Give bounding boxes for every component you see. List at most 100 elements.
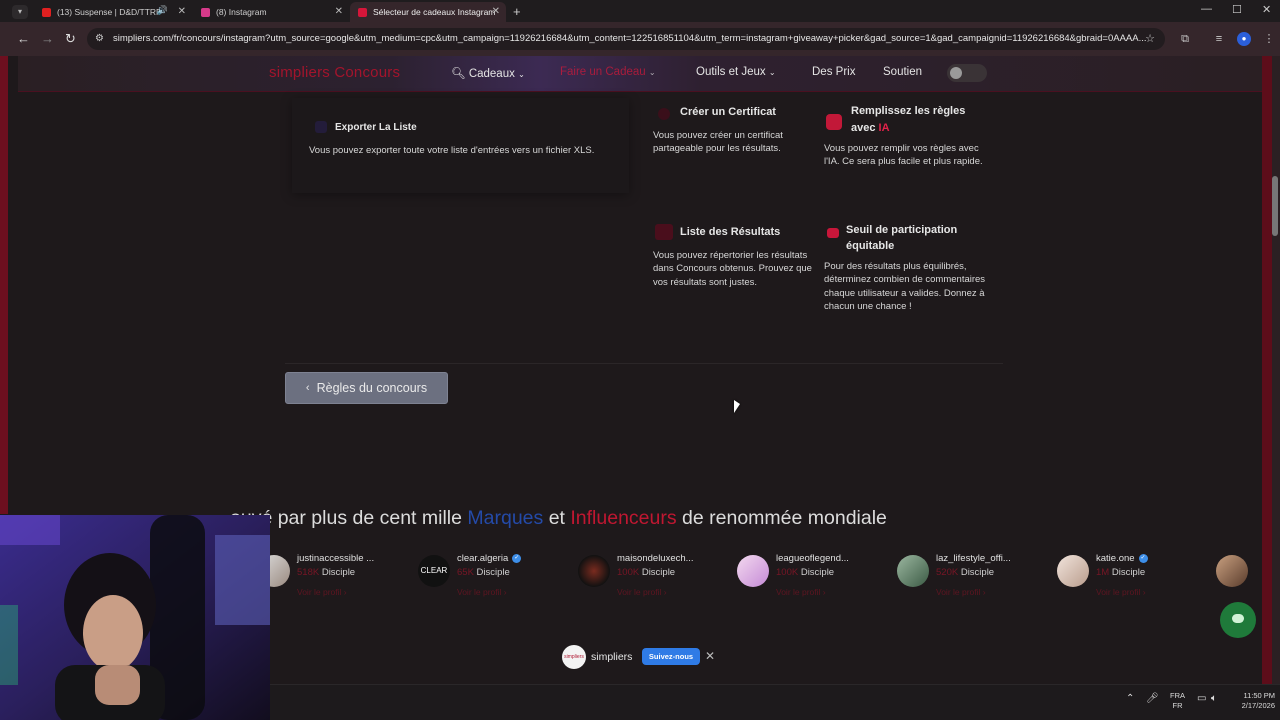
influencer-card[interactable]: laz_lifestyle_offi... 520K Disciple Voir…	[897, 553, 1047, 603]
count-label: Disciple	[1111, 567, 1146, 578]
avatar: CLEAR	[418, 555, 450, 587]
right-accent-border	[1262, 56, 1280, 684]
influencer-card[interactable]: leagueoflegend... 100K Disciple Voir le …	[737, 553, 887, 603]
tray-overflow-icon[interactable]: ⌃	[1126, 693, 1134, 704]
follower-count: 1M Disciple	[1096, 567, 1145, 578]
view-profile-link[interactable]: Voir le profil ›	[297, 587, 347, 597]
export-list-card: Exporter La Liste Vous pouvez exporter t…	[292, 98, 629, 193]
link-label: Voir le profil	[617, 587, 662, 597]
avatar	[897, 555, 929, 587]
influencer-name: laz_lifestyle_offi...	[936, 553, 1011, 564]
nav-faire-un-cadeau[interactable]: Faire un Cadeau ⌄	[560, 66, 656, 78]
logo-text: simpliers	[269, 64, 330, 81]
volume-icon[interactable]: 🔈︎	[1211, 693, 1217, 704]
count-label: Disciple	[641, 567, 676, 578]
count-number: 100K	[617, 567, 640, 578]
window-close-icon[interactable]: ✕	[1262, 3, 1271, 16]
search-icon: 🔍︎	[451, 68, 466, 80]
count-label: Disciple	[321, 567, 356, 578]
menu-kebab-icon[interactable]: ⋮	[1262, 32, 1276, 46]
view-profile-link[interactable]: Voir le profil ›	[457, 587, 507, 597]
speaker-icon[interactable]: 🔊	[157, 5, 168, 16]
media-icon[interactable]: ≡	[1212, 32, 1226, 46]
count-label: Disciple	[476, 567, 510, 578]
forward-icon[interactable]: →	[41, 31, 54, 46]
influencer-card[interactable]: katie.one ✓ 1M Disciple Voir le profil ›	[1057, 553, 1207, 603]
influencer-card[interactable]: CLEAR clear.algeria ✓ 65K Disciple Voir l…	[418, 553, 568, 603]
site-settings-icon[interactable]: ⚙	[95, 28, 104, 50]
minimize-icon[interactable]: —	[1201, 3, 1212, 15]
feature-text: Vous pouvez créer un certificat partagea…	[653, 130, 783, 155]
nav-cadeaux[interactable]: 🔍︎ Cadeaux ⌄	[451, 66, 525, 80]
nav-des-prix[interactable]: Des Prix	[812, 66, 855, 78]
ai-title-text: Remplissez les règles avec	[851, 105, 966, 134]
contest-rules-button[interactable]: ‹ Règles du concours	[285, 372, 448, 404]
close-icon[interactable]: ✕	[178, 6, 186, 17]
bookmark-star-icon[interactable]: ☆	[1145, 28, 1155, 50]
influencer-card[interactable]: maisondeluxech... 100K Disciple Voir le …	[578, 553, 728, 603]
feature-title: Remplissez les règles avec IA	[851, 103, 981, 137]
export-icon	[315, 121, 327, 133]
feature-text: Pour des résultats plus équilibrés, déte…	[824, 261, 986, 312]
tab-instagram[interactable]: (8) Instagram ✕	[193, 2, 349, 22]
trust-brands: Marques	[467, 507, 544, 529]
name-text: clear.algeria	[457, 553, 509, 564]
url-field[interactable]: ⚙ simpliers.com/fr/concours/instagram?ut…	[87, 28, 1165, 50]
microphone-icon[interactable]: 🎤︎	[1146, 693, 1159, 704]
tab-search-icon[interactable]: ▾	[12, 5, 28, 19]
site-navbar: simpliers Concours 🔍︎ Cadeaux ⌄ Faire un…	[18, 56, 1262, 92]
new-tab-button[interactable]: +	[513, 4, 521, 19]
influencer-card[interactable]	[1216, 553, 1262, 603]
clock-time: 11:50 PM	[1243, 691, 1275, 700]
trust-suffix: de renommée mondiale	[682, 507, 887, 529]
feature-title: Seuil de participation équitable	[846, 224, 958, 252]
system-clock[interactable]: 11:50 PM 2/17/2026	[1225, 691, 1275, 711]
view-profile-link[interactable]: Voir le profil ›	[776, 587, 826, 597]
chevron-down-icon: ⌄	[768, 68, 776, 77]
button-label: Règles du concours	[316, 381, 428, 395]
count-number: 100K	[776, 567, 799, 578]
follow-us-bar: simpliers simpliers Suivez-nous ✕	[562, 645, 722, 669]
influencer-card[interactable]: justinaccessible ... 518K Disciple Voir …	[258, 553, 408, 603]
feature-title: Exporter La Liste	[335, 122, 417, 133]
threshold-icon	[827, 228, 839, 238]
network-icon[interactable]: ▭	[1197, 693, 1206, 704]
follow-us-button[interactable]: Suivez-nous	[642, 648, 700, 665]
page-scrollbar[interactable]	[1272, 176, 1278, 236]
streamer-video-frame	[0, 515, 270, 720]
maximize-icon[interactable]: ☐	[1232, 3, 1242, 16]
feature-title: Liste des Résultats	[680, 226, 781, 238]
view-profile-link[interactable]: Voir le profil ›	[936, 587, 986, 597]
chat-icon[interactable]	[1220, 602, 1256, 638]
language-indicator[interactable]: FRA FR	[1170, 691, 1185, 711]
close-icon[interactable]: ✕	[335, 6, 343, 17]
youtube-icon	[42, 7, 51, 17]
nav-outils-et-jeux[interactable]: Outils et Jeux ⌄	[696, 66, 776, 78]
site-logo[interactable]: simpliers Concours	[269, 64, 400, 81]
profile-avatar[interactable]: ●	[1237, 32, 1251, 46]
trust-influencers: Influenceurs	[570, 507, 677, 529]
back-icon[interactable]: ←	[17, 31, 30, 46]
theme-toggle[interactable]	[947, 64, 987, 82]
close-icon[interactable]: ✕	[492, 6, 500, 17]
nav-soutien[interactable]: Soutien	[883, 66, 922, 78]
follower-count: 100K Disciple	[776, 567, 834, 578]
certificate-icon	[658, 108, 670, 120]
verified-badge-icon: ✓	[1138, 553, 1148, 563]
view-profile-link[interactable]: Voir le profil ›	[1096, 587, 1146, 597]
feature-title: Créer un Certificat	[680, 106, 776, 118]
nav-label: Faire un Cadeau	[560, 66, 646, 78]
instagram-icon	[201, 7, 210, 17]
link-label: Voir le profil	[776, 587, 821, 597]
count-number: 1M	[1096, 567, 1110, 578]
close-icon[interactable]: ✕	[705, 649, 715, 663]
tab-youtube[interactable]: (13) Suspense | D&D/TTRP 🔊 ✕	[34, 2, 192, 22]
follower-count: 518K Disciple	[297, 567, 355, 578]
avatar	[578, 555, 610, 587]
follow-brand-name: simpliers	[591, 651, 633, 663]
reload-icon[interactable]: ↻	[65, 31, 76, 47]
tab-simpliers[interactable]: Sélecteur de cadeaux Instagram ✕	[350, 2, 506, 22]
follower-count: 520K Disciple	[936, 567, 994, 578]
view-profile-link[interactable]: Voir le profil ›	[617, 587, 667, 597]
extensions-icon[interactable]: ⧉	[1178, 32, 1192, 46]
